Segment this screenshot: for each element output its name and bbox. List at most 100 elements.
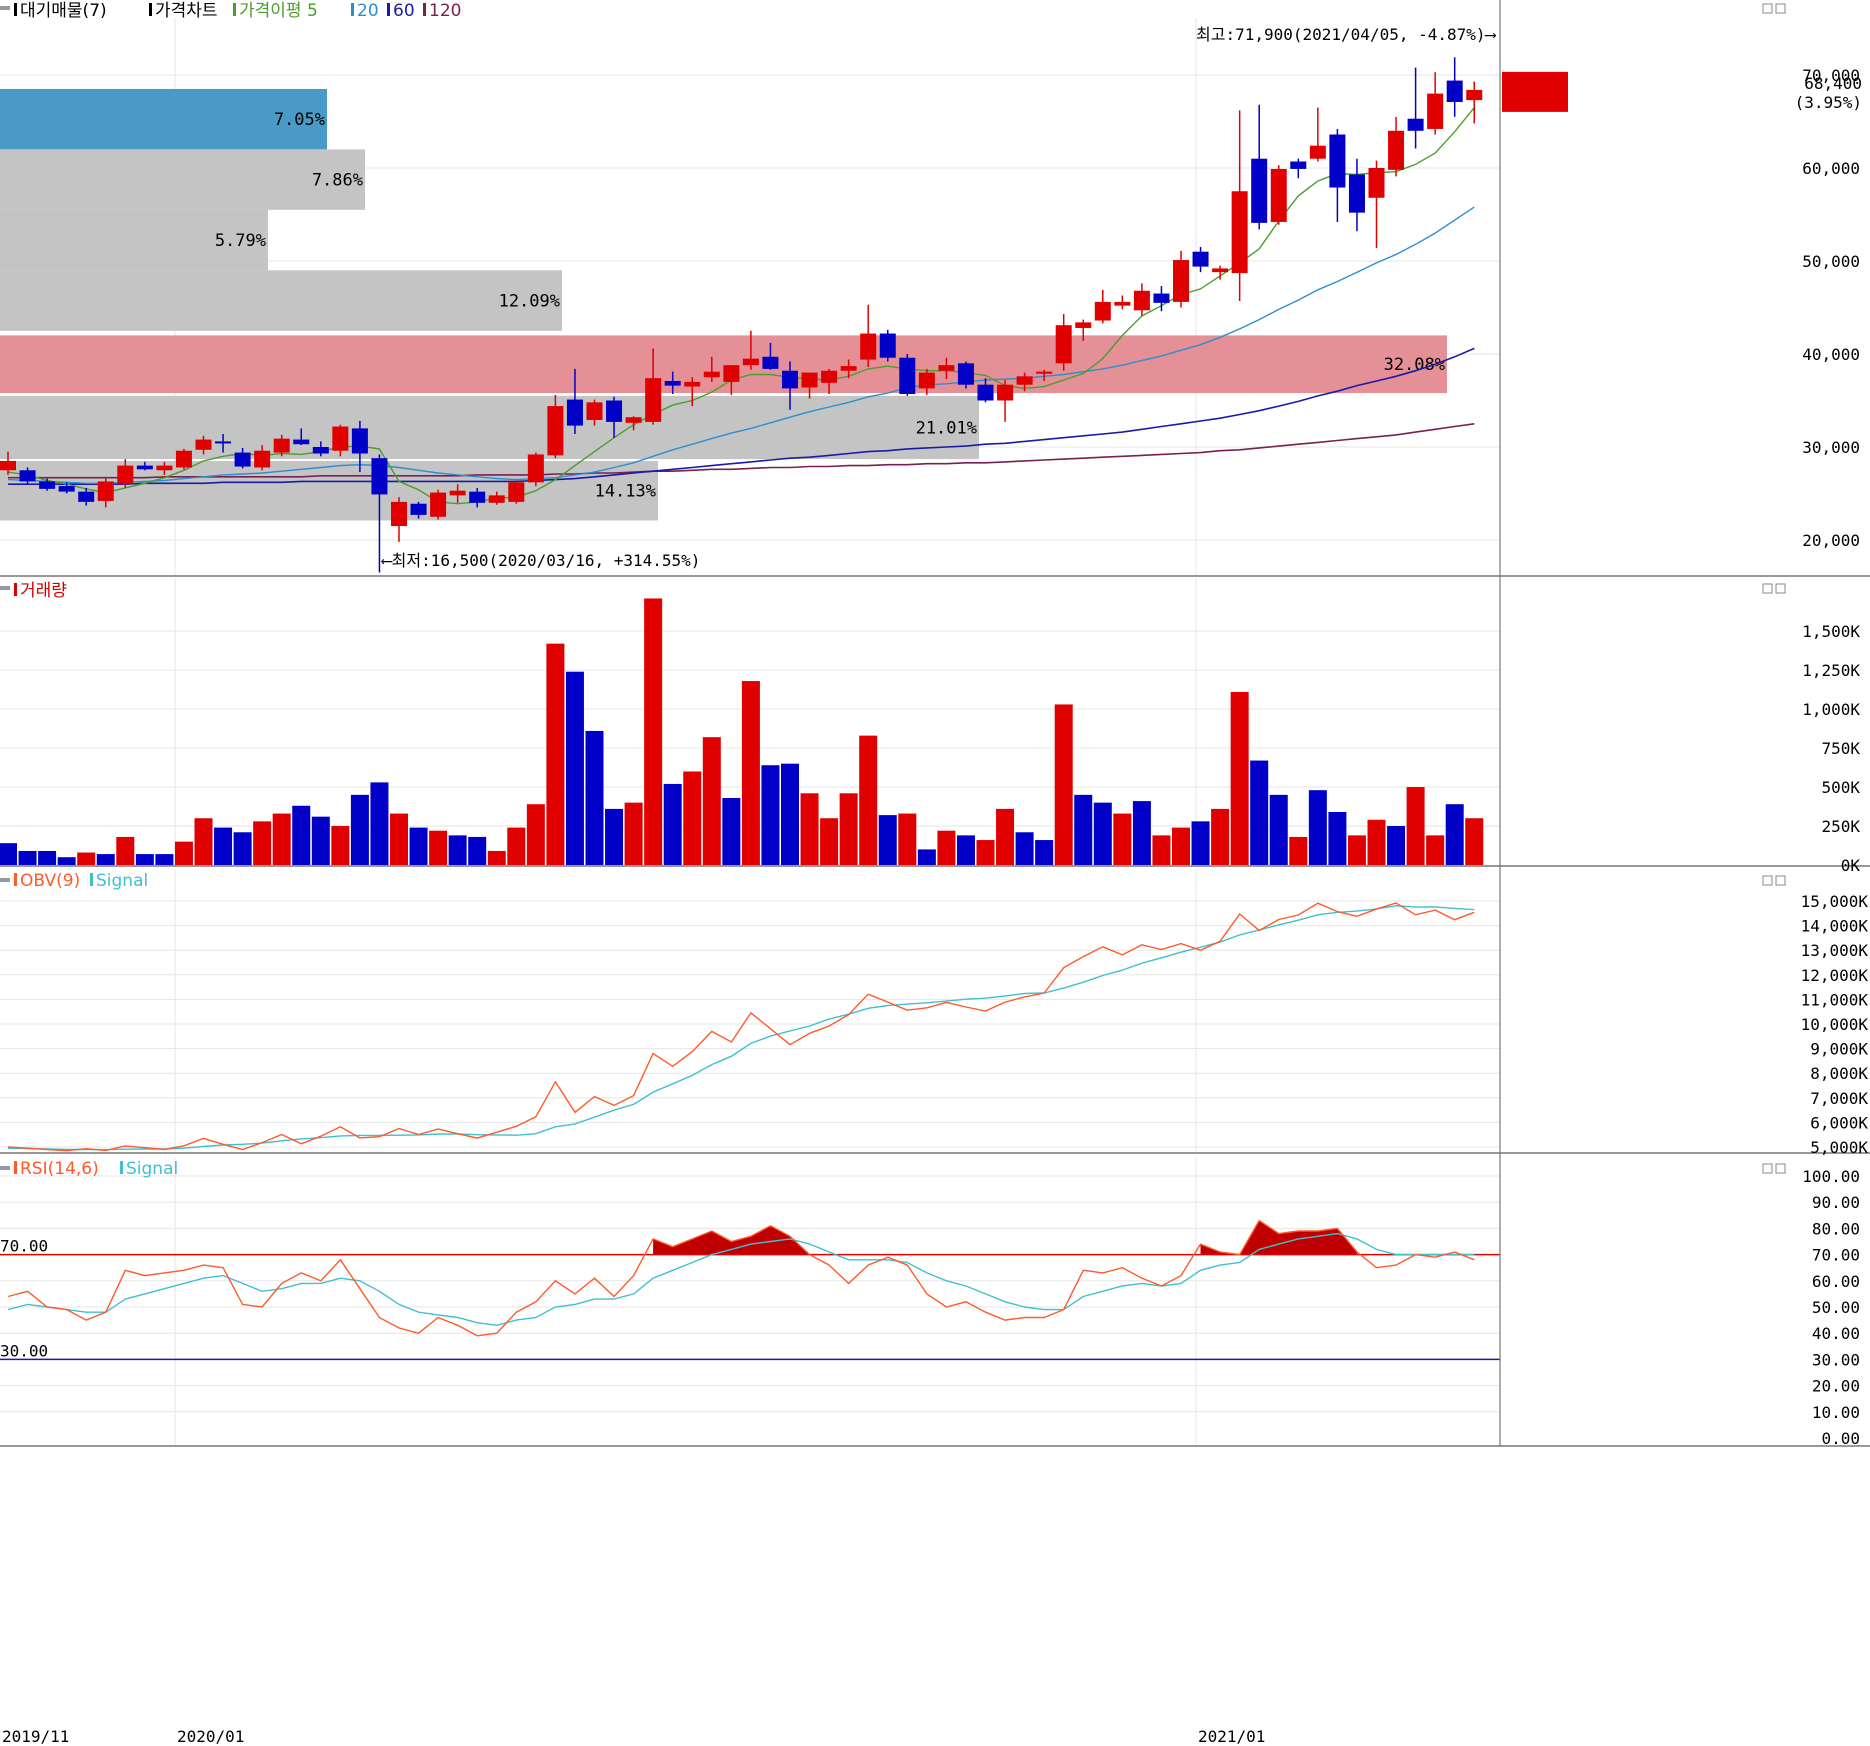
candle-body (977, 384, 994, 401)
candle-body (625, 417, 642, 423)
legend-marker (149, 3, 152, 16)
volume-bar (1387, 826, 1406, 865)
volume-bar (468, 836, 487, 865)
candle-body (39, 481, 56, 489)
candle-body (273, 438, 290, 453)
candle-body (1192, 251, 1209, 267)
volume-bar (917, 849, 936, 865)
volume-bar (507, 827, 526, 865)
volume-tick-label: 1,250K (1802, 661, 1860, 680)
obv-tick-label: 13,000K (1801, 941, 1869, 960)
candle-body (1133, 290, 1150, 311)
volume-bar (741, 681, 760, 865)
volume-bar (878, 815, 897, 865)
candle-body (664, 380, 681, 386)
close-icon (1775, 1163, 1786, 1174)
volume-bar (702, 737, 721, 865)
rsi-tick-label: 0.00 (1821, 1429, 1860, 1448)
rsi-tick-label: 70.00 (1812, 1246, 1860, 1265)
volume-profile-label: 21.01% (916, 418, 977, 438)
high-price-annotation: 최고:71,900(2021/04/05, -4.87%)⟶ (1196, 25, 1497, 44)
volume-bar (1015, 832, 1034, 865)
candle-body (1329, 134, 1346, 188)
obv-tick-label: 5,000K (1810, 1138, 1868, 1157)
legend-marker (423, 3, 426, 16)
volume-bar (77, 852, 96, 865)
current-change-label: (3.95%) (1795, 93, 1862, 112)
price-tick-label: 30,000 (1802, 438, 1860, 457)
candle-body (1466, 89, 1483, 101)
obv-tick-label: 10,000K (1801, 1015, 1869, 1034)
rsi-tick-label: 40.00 (1812, 1324, 1860, 1343)
candle-body (1368, 168, 1385, 198)
legend-marker (351, 3, 354, 16)
volume-bar (1211, 808, 1230, 865)
candle-body (1212, 268, 1229, 273)
legend-marker (14, 873, 17, 886)
candle-body (1231, 191, 1248, 274)
legend-marker (14, 583, 17, 596)
candle-body (1036, 371, 1053, 374)
volume-bar (311, 816, 330, 865)
volume-bar (663, 783, 682, 865)
date-tick-label: 2021/01 (1198, 1727, 1265, 1746)
candle-body (821, 370, 838, 383)
minimize-icon (1762, 1163, 1773, 1174)
volume-bar (820, 818, 839, 865)
volume-bar (1093, 802, 1112, 865)
close-icon (1775, 875, 1786, 886)
volume-bar (1445, 804, 1464, 865)
volume-bar (1191, 821, 1210, 865)
obv-legend-item: Signal (96, 871, 148, 891)
volume-bar (722, 797, 741, 865)
candle-body (742, 358, 759, 366)
candle-body (684, 381, 701, 387)
volume-bar (839, 793, 858, 865)
volume-bar (272, 813, 291, 865)
current-price-box (1502, 71, 1568, 112)
rsi-legend-item: Signal (126, 1159, 178, 1179)
candle-body (703, 371, 720, 378)
candle-body (136, 465, 153, 470)
price-tick-label: 50,000 (1802, 252, 1860, 271)
volume-bar (1406, 787, 1425, 865)
volume-profile-label: 7.86% (312, 171, 363, 191)
panel-handle-icon (0, 6, 10, 10)
volume-bar (390, 813, 408, 865)
volume-bar (1035, 840, 1054, 865)
candle-body (1094, 301, 1111, 321)
candle-body (1388, 130, 1405, 170)
rsi-tick-label: 90.00 (1812, 1193, 1860, 1212)
date-tick-label: 2020/01 (177, 1727, 244, 1746)
legend-marker (120, 1161, 123, 1174)
volume-bar (1152, 835, 1171, 865)
obv-tick-label: 8,000K (1810, 1064, 1868, 1083)
volume-bar (1230, 691, 1249, 865)
volume-bar (38, 850, 57, 865)
legend-marker (14, 3, 17, 16)
rsi-tick-label: 30.00 (1812, 1350, 1860, 1369)
volume-profile-label: 12.09% (499, 292, 560, 312)
candle-body (58, 486, 75, 492)
candle-body (312, 447, 329, 454)
candle-body (234, 452, 251, 467)
volume-bar (546, 643, 565, 865)
volume-bar (331, 826, 350, 865)
candle-body (1290, 161, 1307, 169)
rsi-lower-label: 30.00 (0, 1341, 48, 1360)
volume-bar (370, 782, 389, 865)
volume-profile-bar (0, 149, 365, 210)
volume-bar (644, 598, 663, 865)
price-tick-label: 40,000 (1802, 345, 1860, 364)
panel-handle-icon (0, 586, 10, 590)
volume-bar (292, 805, 311, 865)
candle-body (19, 470, 36, 482)
candle-body (1309, 145, 1326, 159)
volume-bar (1328, 812, 1347, 865)
low-price-annotation: ⟵최저:16,500(2020/03/16, +314.55%) (381, 551, 700, 570)
candle-body (1153, 293, 1170, 303)
volume-tick-label: 1,000K (1802, 700, 1860, 719)
candle-body (879, 333, 896, 358)
price-legend-item: 20 (357, 1, 379, 21)
volume-bar (253, 821, 272, 865)
